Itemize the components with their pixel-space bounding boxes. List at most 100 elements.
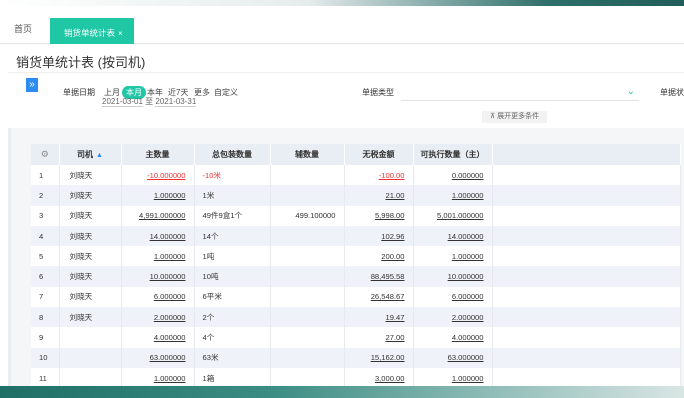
cell-amount-value[interactable]: -100.00 [379,171,405,180]
row-index-value: 8 [39,312,44,322]
table-row[interactable]: 9 4.000000 4个 27.00 4.000000 [31,327,681,348]
cell-exec-qty[interactable]: 4.000000 [413,327,493,348]
cell-exec-qty[interactable]: 2.000000 [413,307,493,328]
cell-exec-qty-value[interactable]: 2.000000 [452,313,484,322]
cell-amount[interactable]: 102.96 [344,225,414,247]
table-row[interactable]: 6 刘晓天 10.000000 10吨 88,495.58 10.000000 [31,266,681,287]
cell-main-qty[interactable]: 63.000000 [121,347,195,368]
close-icon[interactable]: × [118,29,123,38]
date-range[interactable]: 2021-03-01 至 2021-03-31 [102,96,197,107]
cell-main-qty[interactable]: 2.000000 [121,307,195,328]
cell-amount[interactable]: 27.00 [344,327,414,348]
column-header-main-qty[interactable]: 主数量 [121,144,195,165]
cell-main-qty[interactable]: 1.000000 [121,185,195,206]
cell-main-qty-value[interactable]: -10.000000 [147,171,185,180]
cell-main-qty[interactable]: 14.000000 [121,225,195,247]
tab-sales-statistics[interactable]: 销货单统计表 × [50,18,134,44]
cell-amount-value[interactable]: 27.00 [385,333,404,342]
cell-aux-qty-value: 499.100000 [295,211,336,221]
column-header-exec-qty[interactable]: 可执行数量（主） [413,144,493,165]
cell-main-qty[interactable]: 4.000000 [121,327,195,348]
expand-more-conditions-button[interactable]: ⊼ 展开更多条件 [482,111,548,123]
expand-sidebar-icon[interactable]: » [26,78,38,92]
cell-amount[interactable]: 15,162.00 [344,347,414,368]
table-row[interactable]: 10 63.000000 63米 15,162.00 63.000000 [31,347,681,368]
column-header-package-qty[interactable]: 总包装数量 [194,144,271,165]
cell-exec-qty[interactable]: 1.000000 [413,185,493,206]
column-header-amount[interactable]: 无税金额 [344,144,414,165]
cell-main-qty-value[interactable]: 1.000000 [154,252,186,261]
cell-amount-value[interactable]: 200.00 [381,252,404,261]
cell-exec-qty-value[interactable]: 63.000000 [448,353,484,362]
cell-main-qty-value[interactable]: 10.000000 [150,272,186,281]
cell-main-qty[interactable]: 10.000000 [121,266,195,287]
cell-exec-qty-value[interactable]: 1.000000 [452,252,484,261]
cell-exec-qty[interactable]: 5,001.000000 [413,205,493,226]
cell-driver [59,327,122,348]
cell-exec-qty-value[interactable]: 0.000000 [452,171,484,180]
table-row[interactable]: 4 刘晓天 14.000000 14个 102.96 14.000000 [31,225,681,247]
table-row[interactable]: 8 刘晓天 2.000000 2个 19.47 2.000000 [31,307,681,328]
cell-exec-qty-value[interactable]: 5,001.000000 [437,211,483,220]
cell-main-qty[interactable]: 1.000000 [121,246,195,267]
cell-exec-qty[interactable]: 6.000000 [413,286,493,308]
tab-home[interactable]: 首页 [14,22,32,35]
cell-main-qty-value[interactable]: 4,991.000000 [139,211,185,220]
cell-exec-qty[interactable]: 10.000000 [413,266,493,287]
cell-main-qty[interactable]: -10.000000 [121,165,195,186]
cell-driver: 刘晓天 [59,205,122,226]
cell-main-qty-value[interactable]: 4.000000 [154,333,186,342]
cell-amount[interactable]: 26,548.67 [344,286,414,308]
quick-more[interactable]: 更多 [194,87,210,98]
table-row[interactable]: 7 刘晓天 6.000000 6平米 26,548.67 6.000000 [31,286,681,308]
cell-exec-qty[interactable]: 1.000000 [413,246,493,267]
gear-icon[interactable]: ⚙ [41,149,49,159]
cell-main-qty-value[interactable]: 14.000000 [150,232,186,241]
cell-exec-qty[interactable]: 14.000000 [413,225,493,247]
table-row[interactable]: 2 刘晓天 1.000000 1米 21.00 1.000000 [31,185,681,206]
cell-amount[interactable]: 5,998.00 [344,205,414,226]
cell-amount-value[interactable]: 88,495.58 [371,272,405,281]
cell-main-qty-value[interactable]: 63.000000 [150,353,186,362]
cell-exec-qty-value[interactable]: 1.000000 [452,374,484,383]
column-header-aux-qty[interactable]: 辅数量 [270,144,345,165]
cell-main-qty-value[interactable]: 6.000000 [154,292,186,301]
doc-type-select[interactable]: ⌄ [401,83,639,101]
sort-icon[interactable]: ▲︎ [96,152,103,159]
cell-exec-qty-value[interactable]: 6.000000 [452,292,484,301]
cell-exec-qty[interactable]: 0.000000 [413,165,493,186]
date-from[interactable]: 2021-03-01 [102,97,143,107]
cell-main-qty-value[interactable]: 2.000000 [154,313,186,322]
cell-amount[interactable]: 21.00 [344,185,414,206]
cell-exec-qty-value[interactable]: 4.000000 [452,333,484,342]
cell-main-qty[interactable]: 4,991.000000 [121,205,195,226]
cell-amount-value[interactable]: 15,162.00 [371,353,405,362]
cell-exec-qty-value[interactable]: 14.000000 [448,232,484,241]
cell-amount-value[interactable]: 26,548.67 [371,292,405,301]
date-to[interactable]: 2021-03-31 [155,97,197,107]
cell-amount[interactable]: 88,495.58 [344,266,414,287]
cell-amount[interactable]: -100.00 [344,165,414,186]
table-row[interactable]: 5 刘晓天 1.000000 1吨 200.00 1.000000 [31,246,681,267]
column-settings[interactable]: ⚙ [31,144,60,165]
cell-exec-qty-value[interactable]: 10.000000 [448,272,484,281]
column-header-driver[interactable]: 司机 ▲︎ [59,144,122,165]
cell-amount-value[interactable]: 5,998.00 [375,211,405,220]
cell-exec-qty-value[interactable]: 1.000000 [452,191,484,200]
quick-custom[interactable]: 自定义 [214,87,238,98]
cell-exec-qty[interactable]: 63.000000 [413,347,493,368]
cell-main-qty[interactable]: 6.000000 [121,286,195,308]
cell-amount[interactable]: 19.47 [344,307,414,328]
cell-amount-value[interactable]: 21.00 [385,191,404,200]
cell-main-qty-value[interactable]: 1.000000 [154,374,186,383]
cell-amount-value[interactable]: 19.47 [385,313,404,322]
cell-aux-qty [270,286,345,308]
cell-amount-value[interactable]: 102.96 [381,232,404,241]
table-row[interactable]: 3 刘晓天 4,991.000000 49件9盒1个 499.100000 5,998.0… [31,205,681,226]
cell-amount-value[interactable]: 3,000.00 [375,374,405,383]
table-row[interactable]: 1 刘晓天 -10.000000 -10米 -100.00 0.000000 [31,165,681,186]
date-separator: 至 [145,97,154,106]
cell-main-qty-value[interactable]: 1.000000 [154,191,186,200]
cell-driver-value: 刘晓天 [69,292,93,302]
cell-amount[interactable]: 200.00 [344,246,414,267]
